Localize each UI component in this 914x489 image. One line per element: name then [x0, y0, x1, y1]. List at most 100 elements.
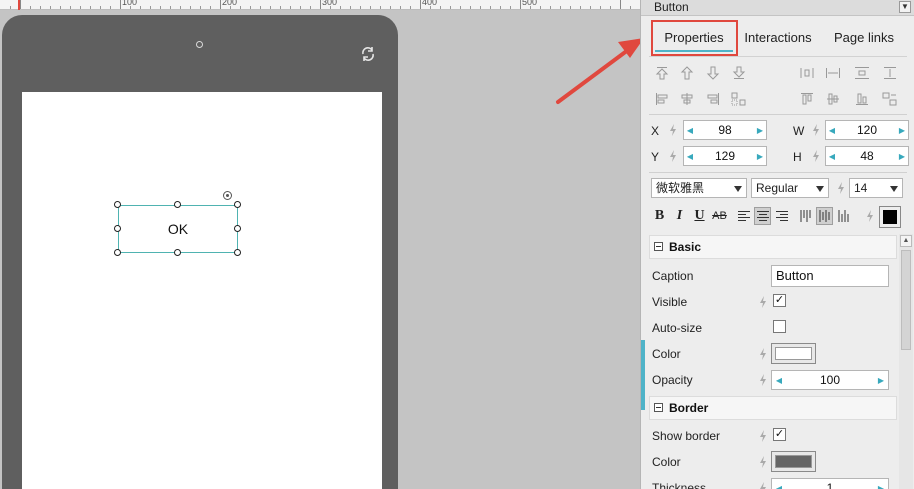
lightning-icon[interactable]: [669, 150, 677, 162]
lightning-icon[interactable]: [866, 210, 874, 222]
autosize-checkbox[interactable]: [773, 320, 786, 333]
decrement-icon[interactable]: ◀: [772, 376, 786, 385]
increment-icon[interactable]: ▶: [896, 126, 908, 135]
lightning-icon[interactable]: [759, 296, 767, 308]
lightning-icon[interactable]: [669, 124, 677, 136]
tab-interactions[interactable]: Interactions: [737, 22, 819, 54]
decrement-icon[interactable]: ◀: [772, 484, 786, 489]
ruler-tick: [200, 6, 201, 9]
fill-color-picker[interactable]: [771, 343, 816, 364]
ruler-tick: [80, 6, 81, 9]
x-spinner[interactable]: ◀ 98 ▶: [683, 120, 767, 140]
w-spinner[interactable]: ◀ 120 ▶: [825, 120, 909, 140]
font-size-select[interactable]: 14: [849, 178, 903, 198]
lightning-icon[interactable]: [759, 430, 767, 442]
panel-splitter-accent[interactable]: [641, 340, 645, 410]
italic-button[interactable]: I: [671, 207, 688, 225]
bring-forward-icon[interactable]: [678, 65, 696, 81]
section-border-header[interactable]: Border: [649, 396, 897, 420]
ruler-tick: [250, 6, 251, 9]
design-canvas[interactable]: 100 200 300 400 500 OK: [0, 0, 640, 489]
text-align-center-icon[interactable]: [754, 207, 771, 225]
scrollbar-thumb[interactable]: [901, 250, 911, 350]
section-basic-header[interactable]: Basic: [649, 235, 897, 259]
resize-handle-top-right[interactable]: [234, 201, 241, 208]
resize-handle-bottom-right[interactable]: [234, 249, 241, 256]
visible-checkbox[interactable]: ✓: [773, 294, 786, 307]
ruler-tick: [300, 6, 301, 9]
collapse-toggle-icon[interactable]: [654, 242, 663, 251]
chevron-double-down-icon[interactable]: ▼: [899, 1, 911, 13]
bold-button[interactable]: B: [651, 207, 668, 225]
collapse-toggle-icon[interactable]: [654, 403, 663, 412]
underline-button[interactable]: U: [691, 207, 708, 225]
text-color-picker[interactable]: [879, 206, 901, 228]
decrement-icon[interactable]: ◀: [684, 152, 696, 161]
increment-icon[interactable]: ▶: [874, 376, 888, 385]
show-border-checkbox[interactable]: ✓: [773, 428, 786, 441]
decrement-icon[interactable]: ◀: [826, 152, 838, 161]
lightning-icon[interactable]: [812, 150, 820, 162]
send-backward-icon[interactable]: [704, 65, 722, 81]
tab-properties[interactable]: Properties: [651, 22, 737, 54]
match-height-icon[interactable]: [881, 65, 899, 81]
match-width-icon[interactable]: [824, 65, 842, 81]
caption-input[interactable]: Button: [771, 265, 889, 287]
valign-bottom-icon[interactable]: [835, 207, 852, 225]
increment-icon[interactable]: ▶: [896, 152, 908, 161]
align-center-icon[interactable]: [678, 91, 696, 107]
resize-handle-bottom[interactable]: [174, 249, 181, 256]
font-style-select[interactable]: Regular: [751, 178, 829, 198]
ungroup-icon[interactable]: [881, 91, 899, 107]
ruler-tick: [170, 6, 171, 9]
resize-handle-left[interactable]: [114, 225, 121, 232]
h-spinner[interactable]: ◀ 48 ▶: [825, 146, 909, 166]
text-align-right-icon[interactable]: [773, 207, 790, 225]
align-right-icon[interactable]: [704, 91, 722, 107]
increment-icon[interactable]: ▶: [754, 152, 766, 161]
align-middle-icon[interactable]: [824, 91, 842, 107]
tab-page-links[interactable]: Page links: [823, 22, 905, 54]
ruler-label: 200: [222, 0, 238, 7]
increment-icon[interactable]: ▶: [754, 126, 766, 135]
resize-handle-bottom-left[interactable]: [114, 249, 121, 256]
strikethrough-button[interactable]: AB: [711, 207, 728, 225]
lightning-icon[interactable]: [759, 456, 767, 468]
device-screen[interactable]: [22, 92, 382, 489]
rotate-handle[interactable]: [223, 191, 232, 200]
resize-handle-top-left[interactable]: [114, 201, 121, 208]
increment-icon[interactable]: ▶: [874, 484, 888, 489]
align-bottom-icon[interactable]: [853, 91, 871, 107]
rotate-device-icon[interactable]: [359, 45, 377, 63]
decrement-icon[interactable]: ◀: [684, 126, 696, 135]
resize-handle-right[interactable]: [234, 225, 241, 232]
lightning-icon[interactable]: [759, 374, 767, 386]
bring-to-front-icon[interactable]: [653, 65, 671, 81]
align-top-icon[interactable]: [798, 91, 816, 107]
opacity-label: Opacity: [652, 373, 693, 387]
valign-top-icon[interactable]: [797, 207, 814, 225]
ok-button-widget[interactable]: OK: [118, 205, 238, 253]
group-icon[interactable]: [730, 91, 748, 107]
annotation-arrow: [556, 38, 640, 104]
lightning-icon[interactable]: [759, 482, 767, 489]
thickness-spinner[interactable]: ◀ 1 ▶: [771, 478, 889, 489]
lightning-icon[interactable]: [812, 124, 820, 136]
distribute-horizontal-icon[interactable]: [798, 65, 816, 81]
scroll-up-icon[interactable]: ▲: [900, 235, 912, 247]
align-left-icon[interactable]: [653, 91, 671, 107]
y-spinner[interactable]: ◀ 129 ▶: [683, 146, 767, 166]
decrement-icon[interactable]: ◀: [826, 126, 838, 135]
property-scrollbar[interactable]: ▲: [899, 234, 913, 489]
distribute-vertical-icon[interactable]: [853, 65, 871, 81]
opacity-spinner[interactable]: ◀ 100 ▶: [771, 370, 889, 390]
font-family-select[interactable]: 微软雅黑: [651, 178, 747, 198]
ruler-tick: [220, 0, 221, 9]
border-color-picker[interactable]: [771, 451, 816, 472]
lightning-icon[interactable]: [837, 182, 845, 194]
resize-handle-top[interactable]: [174, 201, 181, 208]
text-align-left-icon[interactable]: [735, 207, 752, 225]
lightning-icon[interactable]: [759, 348, 767, 360]
valign-middle-icon[interactable]: [816, 207, 833, 225]
send-to-back-icon[interactable]: [730, 65, 748, 81]
